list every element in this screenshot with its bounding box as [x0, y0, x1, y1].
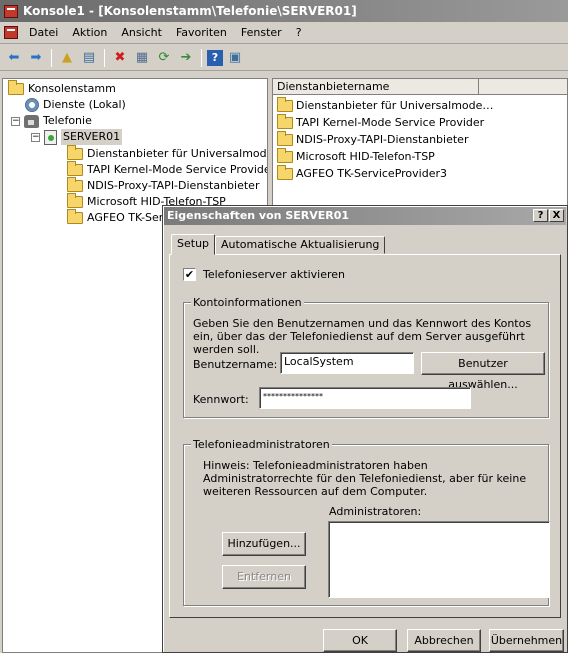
help-button[interactable]: ?	[533, 209, 548, 222]
tree-label: AGFEO TK-Ser	[87, 211, 164, 224]
tree-label: Dienste (Lokal)	[43, 98, 126, 111]
tree-label: Dienstanbieter für Universalmodem 5	[87, 147, 267, 160]
list-item[interactable]: AGFEO TK-ServiceProvider3	[277, 164, 447, 182]
console-menu-icon[interactable]	[4, 26, 18, 39]
delete-icon[interactable]: ✖	[110, 48, 130, 68]
toolbar-separator	[104, 48, 105, 67]
up-folder-icon[interactable]: ▲	[57, 48, 77, 68]
cancel-button[interactable]: Abbrechen	[407, 629, 481, 652]
choose-user-button[interactable]: Benutzer auswählen...	[421, 352, 545, 391]
remove-admin-button: Entfernen	[222, 565, 306, 589]
folder-icon	[67, 209, 83, 224]
folder-icon	[277, 130, 293, 146]
folder-icon	[277, 96, 293, 112]
ok-button[interactable]: OK	[323, 629, 397, 652]
column-header-dienstanbietername[interactable]: Dienstanbietername	[273, 79, 479, 95]
menu-ansicht[interactable]: Ansicht	[114, 22, 169, 44]
help-icon[interactable]: ?	[207, 49, 223, 66]
dialog-title-bar[interactable]: Eigenschaften von SERVER01	[164, 207, 566, 225]
window-title: Konsole1 - [Konsolenstamm\Telefonie\SERV…	[23, 4, 357, 18]
tree-label: SERVER01	[61, 129, 123, 145]
mmc-app-icon	[4, 4, 18, 18]
folder-icon	[8, 80, 24, 95]
tree-node-server01[interactable]: − SERVER01	[31, 129, 123, 145]
list-item-label: AGFEO TK-ServiceProvider3	[296, 167, 447, 180]
list-header: Dienstanbietername	[273, 79, 567, 95]
list-item[interactable]: Dienstanbieter für Universalmode…	[277, 96, 494, 114]
password-input[interactable]: ***************	[259, 387, 471, 409]
folder-icon	[67, 145, 83, 160]
menu-bar: Datei Aktion Ansicht Favoriten Fenster ?	[0, 22, 568, 44]
toolbar: ⬅ ➡ ▲ ▤ ✖ ▦ ⟳ ➔ ? ▣	[0, 45, 568, 71]
enable-telephony-server-checkbox[interactable]: ✔	[183, 268, 196, 281]
toolbar-separator	[201, 48, 202, 67]
export-icon[interactable]: ➔	[176, 48, 196, 68]
list-item[interactable]: TAPI Kernel-Mode Service Provider	[277, 113, 485, 131]
menu-favoriten[interactable]: Favoriten	[169, 22, 234, 44]
username-label: Benutzername:	[193, 358, 278, 371]
account-group-title: Kontoinformationen	[191, 296, 304, 309]
folder-icon	[277, 164, 293, 180]
menu-aktion[interactable]: Aktion	[65, 22, 114, 44]
list-item[interactable]: Microsoft HID-Telefon-TSP	[277, 147, 435, 165]
menu-fenster[interactable]: Fenster	[234, 22, 289, 44]
list-item-label: TAPI Kernel-Mode Service Provider	[296, 116, 485, 129]
tree-label: TAPI Kernel-Mode Service Provider	[87, 163, 268, 176]
server-icon	[44, 129, 57, 145]
account-hint-text: Geben Sie den Benutzernamen und das Kenn…	[193, 317, 532, 356]
services-gear-icon	[25, 98, 39, 112]
menu-datei[interactable]: Datei	[22, 22, 65, 44]
tab-setup[interactable]: Setup	[171, 234, 216, 255]
username-input[interactable]: LocalSystem	[280, 352, 414, 374]
title-bar: Konsole1 - [Konsolenstamm\Telefonie\SERV…	[0, 0, 568, 22]
list-item-label: Dienstanbieter für Universalmode…	[296, 99, 494, 112]
back-icon[interactable]: ⬅	[4, 48, 24, 68]
tree-node-dienste[interactable]: Dienste (Lokal)	[25, 97, 126, 113]
tree-node-konsolenstamm[interactable]: Konsolenstamm	[8, 80, 116, 97]
tree-node-provider[interactable]: NDIS-Proxy-TAPI-Dienstanbieter	[67, 177, 260, 194]
folder-icon	[277, 113, 293, 129]
folder-icon	[67, 161, 83, 176]
tree-node-provider[interactable]: Dienstanbieter für Universalmodem 5	[67, 145, 267, 162]
tree-label: Konsolenstamm	[28, 82, 116, 95]
refresh-icon[interactable]: ⟳	[154, 48, 174, 68]
admins-hint-text: Hinweis: Telefonieadministratoren haben …	[203, 459, 527, 498]
column-header-empty	[479, 79, 567, 95]
tree-label: NDIS-Proxy-TAPI-Dienstanbieter	[87, 179, 260, 192]
list-item-label: NDIS-Proxy-TAPI-Dienstanbieter	[296, 133, 469, 146]
properties-dialog: Eigenschaften von SERVER01 ? X Setup Aut…	[162, 205, 568, 653]
tree-label: Telefonie	[43, 114, 92, 127]
properties-icon[interactable]: ▦	[132, 48, 152, 68]
folder-icon	[67, 177, 83, 192]
folder-icon	[277, 147, 293, 163]
collapse-toggle-icon[interactable]: −	[31, 132, 40, 142]
tree-node-telefonie[interactable]: − Telefonie	[11, 113, 92, 129]
tree-node-provider[interactable]: TAPI Kernel-Mode Service Provider	[67, 161, 268, 178]
tab-automatic-update[interactable]: Automatische Aktualisierung	[215, 236, 386, 254]
folder-icon	[67, 193, 83, 208]
admins-list-label: Administratoren:	[329, 505, 422, 518]
enable-checkbox-label: Telefonieserver aktivieren	[203, 268, 345, 281]
telephony-icon	[24, 114, 39, 128]
add-admin-button[interactable]: Hinzufügen...	[222, 532, 306, 556]
admins-group-title: Telefonieadministratoren	[191, 438, 332, 451]
close-button[interactable]: X	[549, 209, 564, 222]
show-hide-tree-icon[interactable]: ▤	[79, 48, 99, 68]
forward-icon[interactable]: ➡	[26, 48, 46, 68]
menu-help[interactable]: ?	[289, 22, 309, 44]
show-hide-action-pane-icon[interactable]: ▣	[225, 48, 245, 68]
apply-button[interactable]: Übernehmen	[489, 629, 564, 652]
dialog-title: Eigenschaften von SERVER01	[167, 209, 350, 222]
list-item-label: Microsoft HID-Telefon-TSP	[296, 150, 435, 163]
password-label: Kennwort:	[193, 393, 249, 406]
collapse-toggle-icon[interactable]: −	[11, 116, 20, 126]
tree-node-provider[interactable]: AGFEO TK-Ser	[67, 209, 164, 226]
list-item[interactable]: NDIS-Proxy-TAPI-Dienstanbieter	[277, 130, 469, 148]
toolbar-separator	[51, 48, 52, 67]
administrators-listbox[interactable]	[328, 521, 550, 598]
